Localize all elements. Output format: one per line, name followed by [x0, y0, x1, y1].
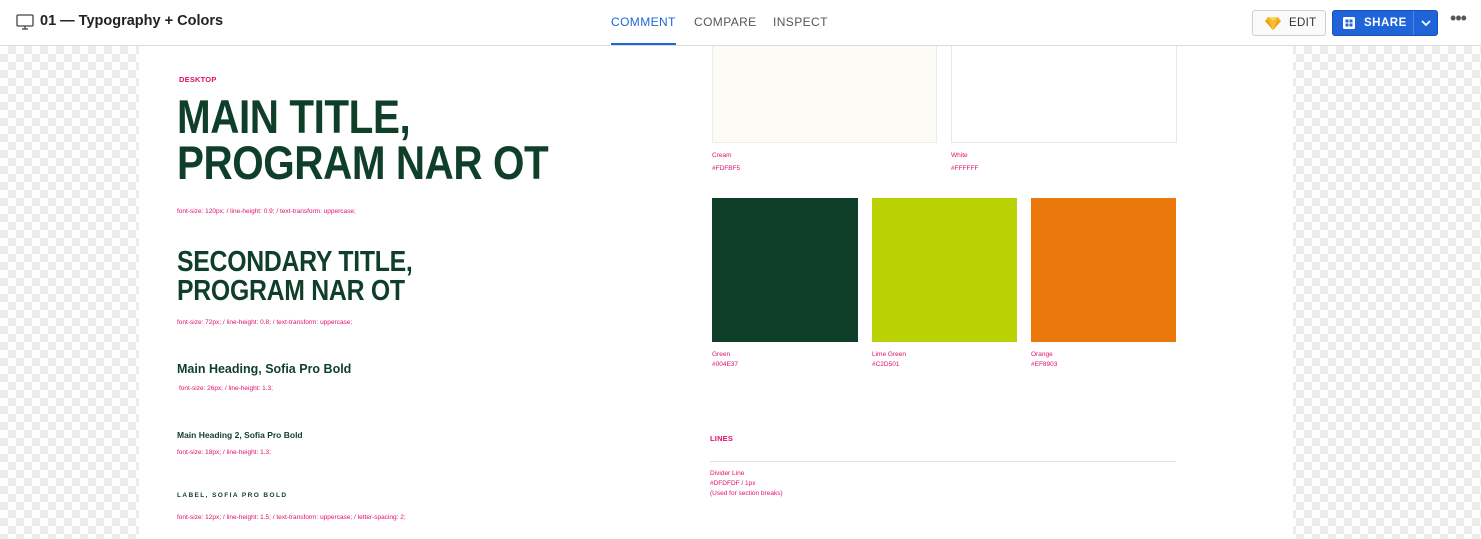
share-label: SHARE	[1364, 17, 1407, 29]
swatch-white	[951, 46, 1177, 143]
main-title-sample: MAIN TITLE, PROGRAM NAR OT	[177, 93, 549, 190]
secondary-title-spec: font-size: 72px; / line-height: 0.8; / t…	[177, 319, 353, 326]
swatch-hex-orange: #EF8903	[1031, 361, 1058, 368]
swatch-green	[712, 198, 858, 342]
main-title-line1: MAIN TITLE,	[177, 90, 411, 143]
document-title: 01 — Typography + Colors	[40, 13, 224, 29]
heading2-sample: Main Heading 2, Sofia Pro Bold	[177, 430, 303, 440]
secondary-title-sample: SECONDARY TITLE, PROGRAM NAR OT	[177, 246, 413, 308]
tab-comment[interactable]: COMMENT	[611, 0, 676, 45]
label-sample: LABEL, SOFIA PRO BOLD	[177, 492, 288, 499]
canvas-viewport[interactable]: DESKTOP MAIN TITLE, PROGRAM NAR OT font-…	[0, 46, 1481, 539]
divider-line-usage: (Used for section breaks)	[710, 490, 783, 497]
heading1-spec: font-size: 26px; / line-height: 1.3;	[179, 385, 273, 392]
secondary-title-line1: SECONDARY TITLE,	[177, 246, 413, 278]
heading1-sample: Main Heading, Sofia Pro Bold	[177, 362, 352, 376]
secondary-title-line2: PROGRAM NAR OT	[177, 275, 405, 308]
edit-button[interactable]: EDIT	[1252, 10, 1326, 36]
desktop-monitor-icon	[16, 14, 34, 30]
swatch-name-orange: Orange	[1031, 351, 1053, 358]
swatch-name-green: Green	[712, 351, 731, 358]
swatch-hex-cream: #FDFBF5	[712, 165, 741, 172]
main-title-spec: font-size: 120px; / line-height: 0.9; / …	[177, 208, 356, 215]
swatch-cream	[712, 46, 937, 143]
swatch-hex-white: #FFFFFF	[951, 165, 979, 172]
sketch-diamond-icon	[1265, 17, 1281, 30]
divider-line-sample	[710, 461, 1176, 462]
section-label-desktop: DESKTOP	[179, 75, 217, 84]
main-title-line2: PROGRAM NAR OT	[177, 136, 549, 190]
share-grid-icon	[1343, 17, 1355, 29]
divider-line-name: Divider Line	[710, 470, 745, 477]
swatch-name-lime-green: Lime Green	[872, 351, 906, 358]
tab-compare[interactable]: COMPARE	[694, 0, 757, 45]
divider-line-spec: #DFDFDF / 1px	[710, 480, 756, 487]
artboard: DESKTOP MAIN TITLE, PROGRAM NAR OT font-…	[139, 46, 1293, 539]
swatch-hex-lime-green: #C2D501	[872, 361, 900, 368]
swatch-hex-green: #004E37	[712, 361, 739, 368]
swatch-orange	[1031, 198, 1176, 342]
swatch-name-white: White	[951, 152, 968, 159]
toolbar: 01 — Typography + Colors COMMENT COMPARE…	[0, 0, 1481, 46]
label-spec: font-size: 12px; / line-height: 1.5; / t…	[177, 514, 406, 521]
share-divider	[1413, 11, 1414, 35]
share-button[interactable]: SHARE	[1332, 10, 1438, 36]
swatch-lime-green	[872, 198, 1017, 342]
edit-label: EDIT	[1289, 17, 1317, 29]
tab-inspect[interactable]: INSPECT	[773, 0, 828, 45]
swatch-name-cream: Cream	[712, 152, 732, 159]
heading2-spec: font-size: 18px; / line-height: 1.3;	[177, 449, 271, 456]
section-label-lines: LINES	[710, 434, 734, 443]
more-options-icon[interactable]: •••	[1446, 9, 1470, 32]
chevron-down-icon[interactable]	[1420, 18, 1432, 28]
